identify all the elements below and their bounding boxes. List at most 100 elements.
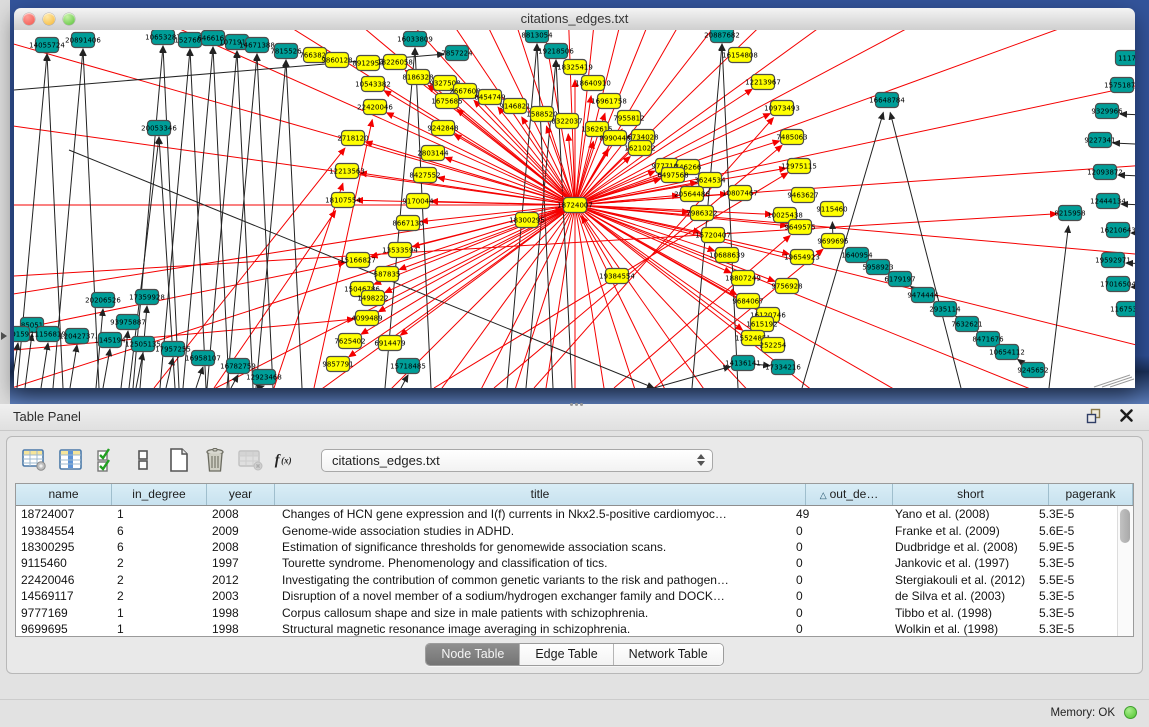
- network-node[interactable]: 6179197: [884, 272, 915, 287]
- splitter-handle[interactable]: [570, 403, 583, 406]
- network-node[interactable]: 9860128: [321, 53, 352, 68]
- network-node[interactable]: 9684067: [732, 294, 763, 309]
- network-node[interactable]: 17334216: [765, 360, 801, 375]
- tab-node-table[interactable]: Node Table: [426, 644, 520, 665]
- network-edge[interactable]: [25, 334, 32, 388]
- panes-icon[interactable]: [127, 446, 158, 474]
- network-node[interactable]: 252254: [760, 338, 787, 353]
- network-node[interactable]: 12444134: [1090, 194, 1126, 209]
- network-edge[interactable]: [183, 47, 213, 388]
- network-edge[interactable]: [41, 343, 48, 388]
- tab-edge-table[interactable]: Edge Table: [520, 644, 613, 665]
- network-edge[interactable]: [286, 60, 302, 388]
- column-header-year[interactable]: year: [207, 484, 275, 505]
- network-node[interactable]: 6497568: [657, 168, 688, 183]
- network-node[interactable]: 7632621: [951, 317, 982, 332]
- network-node[interactable]: 18325419: [557, 60, 593, 75]
- network-edge[interactable]: [400, 205, 575, 335]
- network-edge[interactable]: [401, 375, 408, 388]
- network-window-titlebar[interactable]: citations_edges.txt: [14, 8, 1135, 31]
- table-row[interactable]: 1872400712008Changes of HCN gene express…: [16, 506, 1118, 522]
- network-node[interactable]: 2803144: [417, 146, 449, 161]
- network-node[interactable]: 4099489: [351, 311, 382, 326]
- column-header-short[interactable]: short: [893, 484, 1049, 505]
- network-edge[interactable]: [166, 358, 173, 388]
- network-node[interactable]: 9857791: [322, 357, 353, 372]
- network-node[interactable]: 9329966: [1091, 104, 1123, 119]
- network-node[interactable]: 19592971: [1095, 253, 1131, 268]
- network-node[interactable]: 9474444: [907, 288, 939, 303]
- network-node[interactable]: 14136141: [725, 356, 761, 371]
- network-node[interactable]: 20891406: [65, 33, 101, 48]
- network-node[interactable]: 19384554: [599, 269, 635, 284]
- table-scrollbar-thumb[interactable]: [1120, 509, 1130, 543]
- network-node[interactable]: 9242848: [427, 121, 458, 136]
- network-node[interactable]: 39159: [14, 327, 30, 342]
- network-edge[interactable]: [231, 375, 238, 388]
- network-node[interactable]: 10688639: [709, 248, 745, 263]
- network-node[interactable]: 15751874: [1104, 78, 1135, 93]
- table-selector-dropdown[interactable]: citations_edges.txt: [321, 449, 713, 472]
- network-edge[interactable]: [103, 349, 110, 388]
- table-row[interactable]: 969969511998Structural magnetic resonanc…: [16, 621, 1118, 636]
- network-edge[interactable]: [365, 142, 575, 205]
- network-window[interactable]: citations_edges.txt 14055724208914061065…: [14, 8, 1135, 388]
- network-node[interactable]: 16648784: [869, 93, 905, 108]
- network-edge[interactable]: [196, 367, 203, 388]
- network-node[interactable]: 1145194: [94, 333, 126, 348]
- network-node[interactable]: 16210643: [1100, 223, 1135, 238]
- network-node[interactable]: 7857224: [441, 46, 473, 61]
- network-node[interactable]: 20053346: [141, 121, 177, 136]
- network-node[interactable]: 8813054: [521, 30, 553, 43]
- network-node[interactable]: 7625402: [334, 334, 365, 349]
- network-node[interactable]: 15718485: [390, 359, 426, 374]
- column-header-out[interactable]: △out_de…: [806, 484, 893, 505]
- network-node[interactable]: 9245652: [1017, 363, 1048, 378]
- network-edge[interactable]: [556, 60, 572, 388]
- table-row[interactable]: 2242004622012Investigating the contribut…: [16, 572, 1118, 588]
- network-edge[interactable]: [213, 47, 229, 388]
- network-node[interactable]: 19654923: [784, 250, 820, 265]
- column-header-pagerank[interactable]: pagerank: [1049, 484, 1133, 505]
- network-node[interactable]: 2935114: [929, 302, 961, 317]
- network-edge[interactable]: [1113, 143, 1135, 145]
- network-edge[interactable]: [227, 54, 257, 388]
- network-node[interactable]: 19218506: [538, 44, 574, 59]
- delete-icon[interactable]: [199, 446, 230, 474]
- network-edge[interactable]: [1049, 226, 1068, 388]
- table-row[interactable]: 1456911722003Disruption of a novel membe…: [16, 588, 1118, 604]
- table-row[interactable]: 1938455462009Genome-wide association stu…: [16, 522, 1118, 538]
- network-node[interactable]: 15720407: [695, 228, 731, 243]
- network-edge[interactable]: [575, 205, 1135, 283]
- network-node[interactable]: 22420046: [357, 100, 393, 115]
- table-row[interactable]: 1830029562008Estimation of significance …: [16, 539, 1118, 555]
- selection-mode-icon[interactable]: [91, 446, 122, 474]
- network-node[interactable]: 6914479: [374, 336, 405, 351]
- network-node[interactable]: 1117: [1116, 51, 1136, 66]
- network-node[interactable]: 17359928: [129, 290, 165, 305]
- network-node[interactable]: 7955812: [613, 111, 644, 126]
- network-node[interactable]: 16961758: [591, 94, 627, 109]
- table-settings-icon[interactable]: [19, 446, 50, 474]
- column-header-in_degree[interactable]: in_degree: [112, 484, 207, 505]
- network-node[interactable]: 16033809: [397, 32, 433, 47]
- network-node[interactable]: 10973493: [764, 101, 800, 116]
- network-edge[interactable]: [575, 205, 772, 214]
- panel-collapse-arrow-icon[interactable]: [1, 332, 7, 340]
- new-table-icon[interactable]: [163, 446, 194, 474]
- network-node[interactable]: 8427552: [409, 168, 440, 183]
- network-edge[interactable]: [1018, 359, 1023, 362]
- network-node[interactable]: 10543382: [355, 77, 391, 92]
- network-node[interactable]: 13533594: [382, 243, 418, 258]
- network-node[interactable]: 16154808: [722, 48, 758, 63]
- network-node[interactable]: 12923468: [246, 370, 282, 385]
- network-node[interactable]: 7485063: [776, 130, 807, 145]
- network-node[interactable]: 1498222: [357, 291, 388, 306]
- table-row[interactable]: 911546021997Tourette syndrome. Phenomeno…: [16, 555, 1118, 571]
- table-row[interactable]: 977716911998Corpus callosum shape and si…: [16, 604, 1118, 620]
- network-node[interactable]: 9699695: [817, 234, 848, 249]
- network-node[interactable]: 12213967: [745, 75, 781, 90]
- float-panel-icon[interactable]: [1085, 408, 1103, 426]
- network-node[interactable]: 18640910: [575, 76, 611, 91]
- network-node[interactable]: 20887682: [704, 30, 740, 43]
